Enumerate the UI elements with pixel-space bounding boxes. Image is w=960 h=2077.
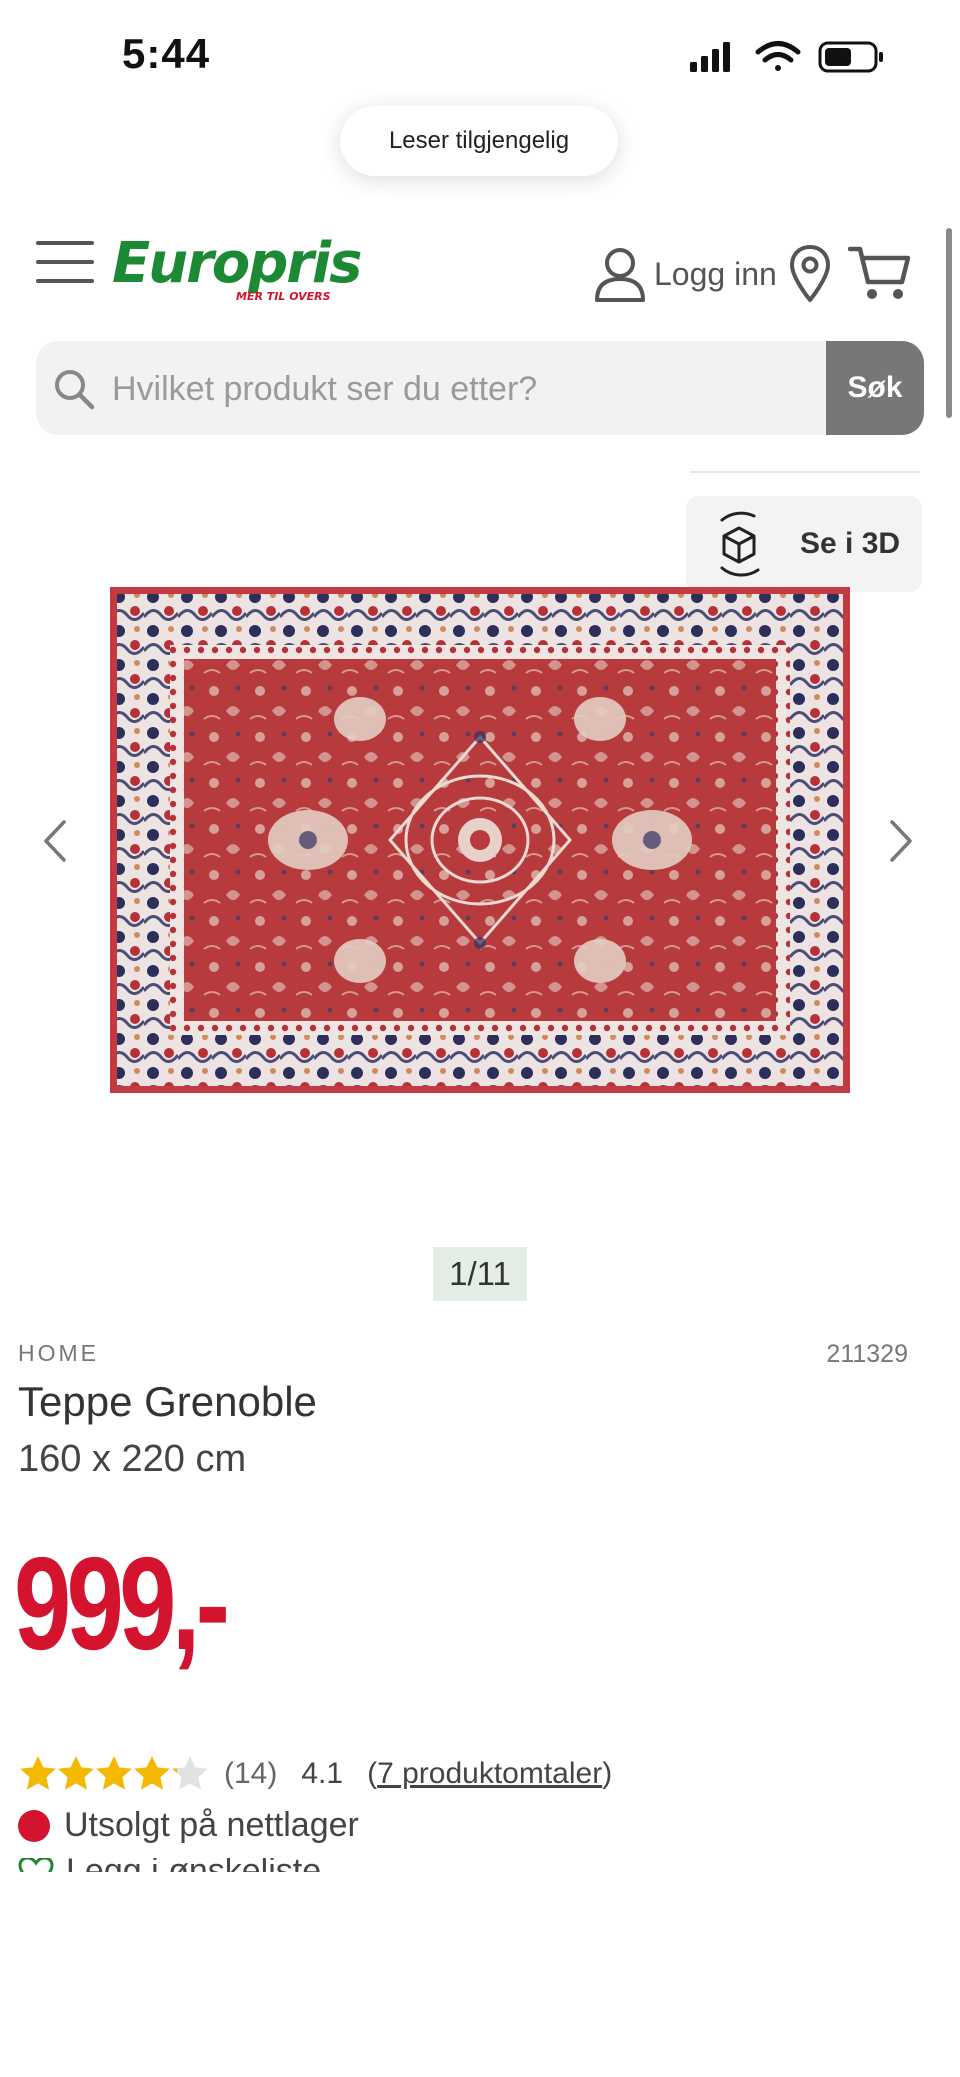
cart-icon[interactable] [848,244,910,302]
view-3d-button[interactable]: Se i 3D [686,496,922,592]
image-counter-text: 1/11 [449,1255,511,1292]
stock-status-row: Utsolgt på nettlager [18,1806,359,1845]
reviews-paren-close: ) [602,1757,613,1790]
view-3d-label: Se i 3D [800,527,901,560]
search-input[interactable] [110,341,854,435]
reader-available-pill[interactable]: Leser tilgjengelig [340,106,618,176]
scrollbar[interactable] [946,228,952,418]
chevron-left-icon[interactable] [38,816,74,866]
reviews-link[interactable]: 7 produktomtaler [377,1757,602,1790]
rating-value: 4.1 [301,1757,344,1790]
heart-icon [18,1858,54,1872]
reviews-paren-open: ( [367,1757,378,1790]
status-icons [690,41,883,73]
product-brand[interactable]: HOME [18,1340,99,1367]
login-label: Logg inn [654,255,777,292]
stock-status-text: Utsolgt på nettlager [64,1806,359,1844]
menu-icon[interactable] [36,240,94,284]
product-image-rug[interactable] [110,587,850,1093]
wishlist-label: Legg i ønskeliste [66,1858,321,1872]
logo-wordmark: Europris [112,231,362,296]
product-price: 999,- [14,1530,230,1677]
product-sku: 211329 [826,1340,908,1368]
chevron-right-icon[interactable] [882,816,918,866]
star-rating-icon [20,1756,208,1790]
rating-row: (14) 4.1 (7 produktomtaler) [18,1752,612,1796]
divider [690,471,920,473]
europris-logo[interactable]: Europris MER TIL OVERS [112,234,362,308]
image-counter: 1/11 [433,1247,527,1301]
user-icon [595,248,645,302]
status-time: 5:44 [122,30,211,77]
login-button[interactable]: Logg inn [594,244,777,304]
reviews-wrap: (7 produktomtaler) [367,1757,612,1791]
logo-tagline: MER TIL OVERS [236,290,331,303]
battery-icon [818,41,883,73]
search-icon [55,370,95,410]
wishlist-row-clipped: Legg i ønskeliste [18,1858,378,1872]
wifi-icon [755,41,801,71]
search-button[interactable]: Søk [826,341,924,435]
search-bar: Søk [36,341,924,435]
rating-count: (14) [224,1757,278,1790]
wishlist-button[interactable]: Legg i ønskeliste [18,1858,321,1872]
stock-status-dot [18,1809,50,1842]
reader-available-label: Leser tilgjengelig [388,127,570,154]
signal-icon [690,42,730,72]
product-title: Teppe Grenoble [18,1378,317,1425]
location-pin-icon[interactable] [788,244,832,304]
product-size: 160 x 220 cm [18,1438,247,1480]
cube-3d-icon [720,511,760,577]
